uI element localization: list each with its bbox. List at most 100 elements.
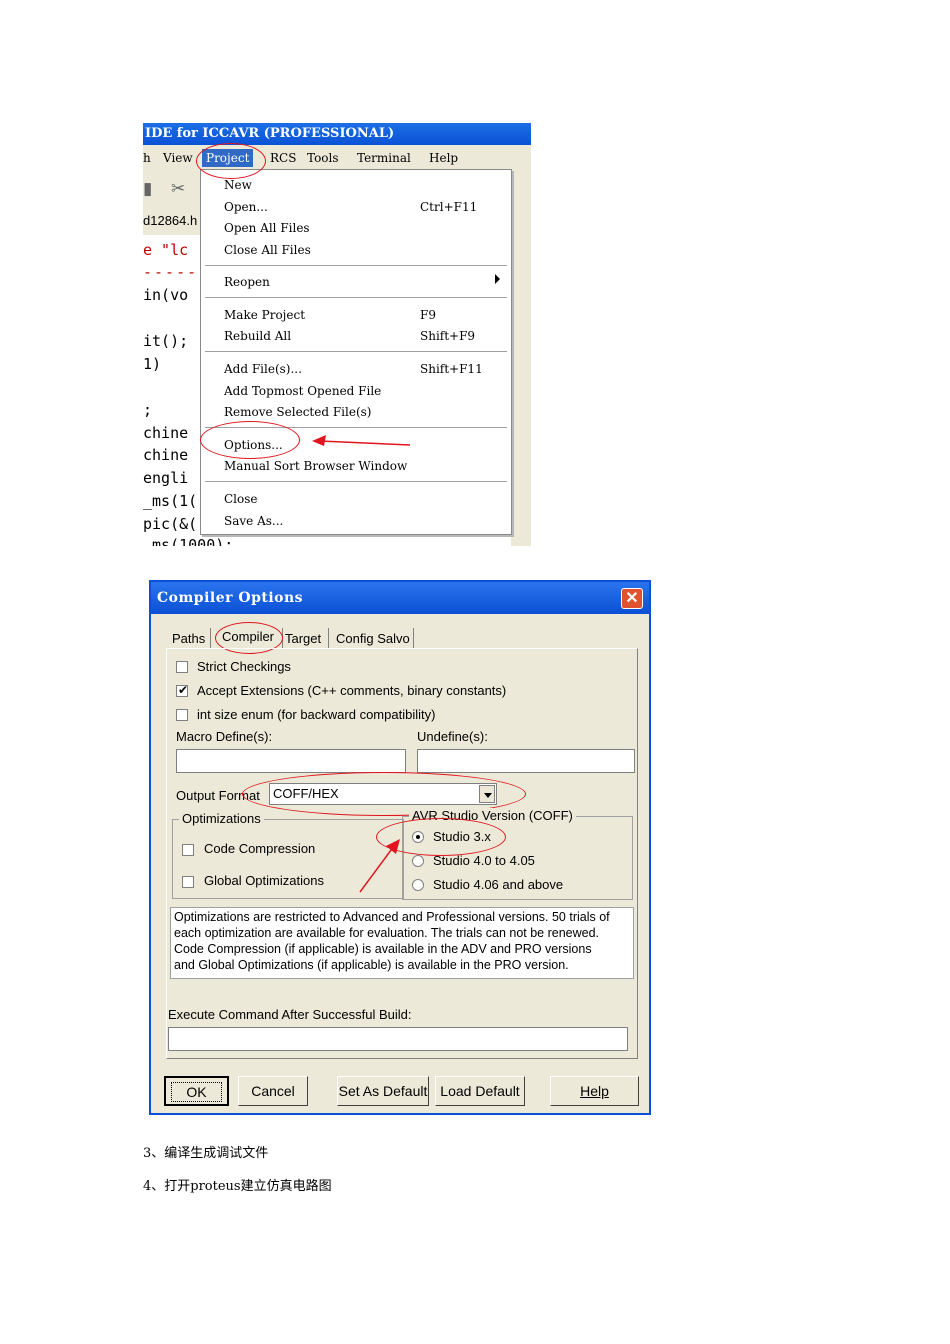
- code-line: chine: [143, 446, 189, 464]
- code-line: _ms(1(: [143, 492, 198, 510]
- editor-tab[interactable]: d12864.h: [143, 207, 203, 235]
- menu-project[interactable]: Project: [202, 149, 254, 167]
- studio-3x-label: Studio 3.x: [433, 829, 491, 844]
- editor-scroll-strip: [511, 171, 531, 546]
- menu-item-open-all[interactable]: Open All Files: [224, 221, 310, 235]
- shortcut-make: F9: [420, 308, 436, 322]
- code-line: pic(&(: [143, 515, 198, 533]
- optimizations-label: Optimizations: [179, 811, 264, 826]
- menu-view[interactable]: View: [163, 151, 193, 165]
- tab-separator: [328, 628, 329, 648]
- tab-config-salvo[interactable]: Config Salvo: [336, 631, 410, 646]
- execute-command-label: Execute Command After Successful Build:: [168, 1007, 412, 1022]
- submenu-arrow-icon: [495, 274, 500, 284]
- tab-compiler[interactable]: Compiler: [222, 629, 274, 644]
- menu-item-reopen[interactable]: Reopen: [224, 275, 270, 289]
- cut-icon[interactable]: ✂: [171, 179, 185, 199]
- studio-406-radio[interactable]: [412, 879, 424, 891]
- studio-406-label: Studio 4.06 and above: [433, 877, 564, 892]
- cancel-button[interactable]: Cancel: [238, 1076, 308, 1106]
- accept-extensions-label: Accept Extensions (C++ comments, binary …: [197, 683, 507, 698]
- undefine-input[interactable]: [417, 749, 635, 773]
- optimizations-info-box: Optimizations are restricted to Advanced…: [170, 907, 634, 979]
- int-size-enum-label: int size enum (for backward compatibilit…: [197, 707, 436, 722]
- menu-item-open[interactable]: Open...: [224, 200, 268, 214]
- ok-button-label: OK: [171, 1082, 222, 1102]
- code-line: _ms(1000);: [143, 536, 234, 546]
- compiler-options-dialog: Compiler Options ✕ Paths Compiler Target…: [149, 580, 651, 1115]
- help-button[interactable]: Help: [550, 1076, 639, 1106]
- code-line: engli: [143, 469, 189, 487]
- dialog-title-bar: Compiler Options: [151, 582, 649, 614]
- studio-3x-radio[interactable]: [412, 831, 424, 843]
- studio-40-radio[interactable]: [412, 855, 424, 867]
- open-icon[interactable]: ▮: [143, 179, 152, 199]
- project-menu: New Open... Ctrl+F11 Open All Files Clos…: [200, 169, 512, 535]
- menu-separator: [205, 481, 507, 482]
- radio-selected-dot: [416, 835, 420, 839]
- tab-target[interactable]: Target: [285, 631, 321, 646]
- menu-item-save-as[interactable]: Save As...: [224, 514, 283, 528]
- strict-checkings-checkbox[interactable]: [176, 661, 188, 673]
- caption-step-4: 4、打开proteus建立仿真电路图: [143, 1179, 332, 1194]
- tab-separator: [413, 628, 414, 648]
- menu-separator: [205, 427, 507, 428]
- shortcut-open: Ctrl+F11: [420, 200, 478, 214]
- menu-item-remove-selected[interactable]: Remove Selected File(s): [224, 405, 371, 419]
- code-line: ;: [143, 401, 153, 419]
- tab-paths[interactable]: Paths: [172, 631, 205, 646]
- output-format-value: COFF/HEX: [273, 786, 339, 801]
- macro-define-input[interactable]: [176, 749, 406, 773]
- menu-item-add-topmost[interactable]: Add Topmost Opened File: [224, 384, 381, 398]
- accept-extensions-checkbox[interactable]: ✔: [176, 683, 188, 697]
- menu-item-close[interactable]: Close: [224, 492, 258, 506]
- code-compression-label: Code Compression: [204, 841, 316, 856]
- code-line: it();: [143, 332, 189, 350]
- code-line: 1): [143, 355, 162, 373]
- macro-define-label: Macro Define(s):: [176, 729, 273, 744]
- set-as-default-button[interactable]: Set As Default: [337, 1076, 429, 1106]
- menu-tools[interactable]: Tools: [307, 151, 339, 165]
- menu-terminal[interactable]: Terminal: [357, 151, 411, 165]
- annotation-arrow-icon: [359, 839, 400, 893]
- menu-item-manual-sort[interactable]: Manual Sort Browser Window: [224, 459, 407, 473]
- close-icon[interactable]: ✕: [621, 588, 643, 609]
- ok-button[interactable]: OK: [164, 1076, 229, 1106]
- undefine-label: Undefine(s):: [417, 729, 488, 744]
- execute-command-input[interactable]: [168, 1027, 628, 1051]
- output-format-label: Output Format: [176, 788, 260, 803]
- menu-separator: [205, 351, 507, 352]
- annotation-arrow-icon: [312, 435, 411, 446]
- strict-checkings-label: Strict Checkings: [197, 659, 291, 674]
- menu-item-close-all[interactable]: Close All Files: [224, 243, 311, 257]
- load-default-button[interactable]: Load Default: [435, 1076, 525, 1106]
- menu-item-add-files[interactable]: Add File(s)...: [224, 362, 302, 376]
- menu-separator: [205, 265, 507, 266]
- menu-item-options[interactable]: Options...: [224, 438, 283, 452]
- global-optimizations-checkbox[interactable]: [182, 876, 194, 888]
- tab-separator: [210, 628, 211, 648]
- menu-item-new[interactable]: New: [224, 178, 252, 192]
- avr-studio-label: AVR Studio Version (COFF): [409, 808, 576, 823]
- menu-help[interactable]: Help: [429, 151, 458, 165]
- code-line: chine: [143, 424, 189, 442]
- int-size-enum-checkbox[interactable]: [176, 709, 188, 721]
- output-format-select[interactable]: COFF/HEX: [269, 783, 497, 805]
- menu-separator: [205, 297, 507, 298]
- menu-file-partial[interactable]: h: [143, 151, 151, 165]
- info-line: and Global Optimizations (if applicable)…: [174, 958, 569, 972]
- global-optimizations-label: Global Optimizations: [204, 873, 324, 888]
- shortcut-rebuild: Shift+F9: [420, 329, 476, 343]
- menu-item-rebuild-all[interactable]: Rebuild All: [224, 329, 291, 343]
- menu-item-make-project[interactable]: Make Project: [224, 308, 305, 322]
- code-line: in(vo: [143, 286, 189, 304]
- code-compression-checkbox[interactable]: [182, 844, 194, 856]
- tab-separator: [282, 628, 283, 648]
- ide-screenshot: IDE for ICCAVR (PROFESSIONAL) h View Pro…: [143, 123, 531, 546]
- studio-40-label: Studio 4.0 to 4.05: [433, 853, 535, 868]
- shortcut-add-files: Shift+F11: [420, 362, 483, 376]
- menu-rcs[interactable]: RCS: [270, 151, 296, 165]
- caption-step-3: 3、编译生成调试文件: [143, 1146, 269, 1161]
- code-line: e "lc: [143, 241, 189, 259]
- chevron-down-icon[interactable]: [479, 785, 495, 803]
